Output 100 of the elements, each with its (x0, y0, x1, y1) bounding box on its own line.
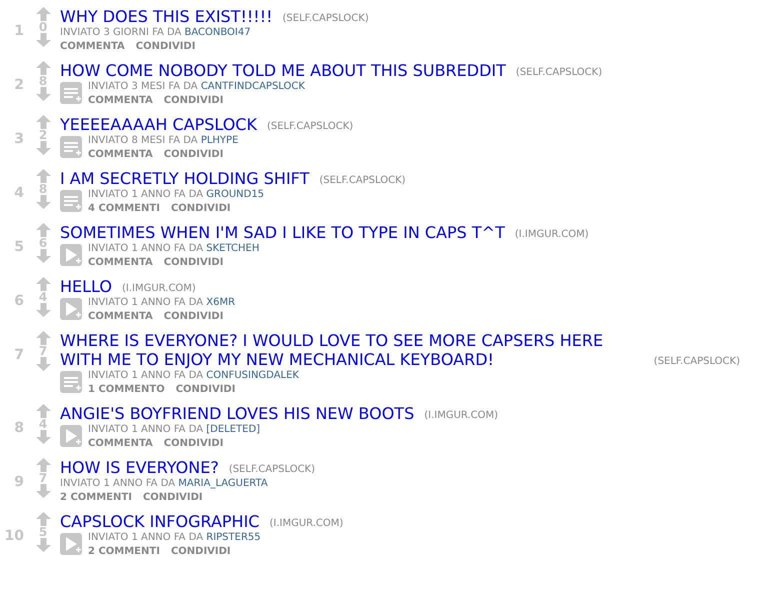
share-link[interactable]: CONDIVIDI (164, 93, 224, 109)
rank-number: 8 (13, 420, 24, 436)
post-tagline: INVIATO 1 ANNO FA DA GROUND15 (88, 188, 264, 201)
downvote-arrow-icon[interactable] (36, 141, 50, 155)
score: 4 (38, 291, 48, 303)
downvote-arrow-icon[interactable] (36, 430, 50, 444)
text-post-icon[interactable] (60, 190, 82, 212)
upvote-arrow-icon[interactable] (36, 7, 50, 21)
share-link[interactable]: CONDIVIDI (142, 490, 203, 506)
upvote-arrow-icon[interactable] (36, 61, 50, 75)
post-title-link[interactable]: HELLO (60, 277, 112, 296)
share-link[interactable]: CONDIVIDI (176, 382, 236, 398)
share-link[interactable]: CONDIVIDI (164, 436, 224, 452)
upvote-arrow-icon[interactable] (36, 404, 50, 418)
author-link[interactable]: X6MR (206, 297, 236, 308)
post-title-link[interactable]: WHY DOES THIS EXIST!!!!! (60, 7, 273, 26)
upvote-arrow-icon[interactable] (36, 277, 50, 291)
play-icon[interactable] (60, 533, 82, 555)
downvote-arrow-icon[interactable] (36, 195, 50, 209)
downvote-arrow-icon[interactable] (36, 357, 50, 371)
share-link[interactable]: CONDIVIDI (164, 147, 224, 163)
rank-number: 1 (13, 23, 24, 39)
domain-label: (I.IMGUR.COM) (269, 517, 344, 531)
author-link[interactable]: CONFUSINGDALEK (206, 370, 299, 381)
score: 2 (38, 129, 48, 141)
downvote-arrow-icon[interactable] (36, 249, 50, 263)
play-icon[interactable] (60, 298, 82, 320)
domain-label: (SELF.CAPSLOCK) (228, 463, 316, 477)
post-tagline: INVIATO 3 MESI FA DA CANTFINDCAPSLOCK (88, 80, 305, 93)
play-icon[interactable] (60, 244, 82, 266)
downvote-arrow-icon[interactable] (36, 33, 50, 47)
share-link[interactable]: CONDIVIDI (136, 39, 196, 55)
score: 0 (38, 21, 48, 33)
post-tagline: INVIATO 1 ANNO FA DA SKETCHEH (88, 242, 260, 255)
share-link[interactable]: CONDIVIDI (170, 544, 231, 560)
share-link[interactable]: CONDIVIDI (164, 255, 224, 271)
downvote-arrow-icon[interactable] (36, 87, 50, 101)
domain-label: (SELF.CAPSLOCK) (266, 120, 354, 134)
domain-label: (I.IMGUR.COM) (514, 228, 589, 242)
post-title-link[interactable]: I AM SECRETLY HOLDING SHIFT (60, 169, 310, 188)
post-tagline: INVIATO 3 GIORNI FA DA BACONBOI47 (60, 26, 251, 39)
comments-link[interactable]: COMMENTA (88, 147, 153, 163)
comments-link[interactable]: 2 COMMENTI (60, 490, 132, 506)
domain-label: (SELF.CAPSLOCK) (319, 174, 406, 188)
author-link[interactable]: SKETCHEH (206, 243, 260, 254)
rank-number: 3 (13, 131, 24, 147)
author-link[interactable]: CANTFINDCAPSLOCK (200, 81, 305, 92)
domain-label: (SELF.CAPSLOCK) (654, 355, 740, 369)
domain-label: (I.IMGUR.COM) (122, 282, 196, 296)
upvote-arrow-icon[interactable] (36, 223, 50, 237)
upvote-arrow-icon[interactable] (36, 169, 50, 183)
rank-number: 6 (13, 293, 24, 309)
post-title-link[interactable]: YEEEEAAAAH CAPSLOCK (60, 115, 257, 134)
text-post-icon[interactable] (60, 82, 82, 104)
comments-link[interactable]: COMMENTA (88, 93, 153, 109)
author-link[interactable]: GROUND15 (206, 189, 264, 200)
comments-link[interactable]: 4 COMMENTI (88, 201, 160, 217)
author-link[interactable]: [DELETED] (206, 424, 260, 435)
score: 7 (38, 472, 48, 484)
rank-number: 5 (13, 239, 24, 255)
post-tagline: INVIATO 1 ANNO FA DA RIPSTER55 (88, 531, 261, 544)
domain-label: (SELF.CAPSLOCK) (516, 66, 602, 80)
post-tagline: INVIATO 1 ANNO FA DA CONFUSINGDALEK (88, 369, 299, 382)
downvote-arrow-icon[interactable] (36, 538, 50, 552)
downvote-arrow-icon[interactable] (36, 303, 50, 317)
score: 4 (38, 418, 48, 430)
author-link[interactable]: MARIA_LAGUERTA (178, 478, 268, 489)
post-title-link[interactable]: CAPSLOCK INFOGRAPHIC (60, 512, 260, 531)
rank-number: 10 (4, 528, 24, 544)
score: 8 (38, 75, 48, 87)
comments-link[interactable]: 2 COMMENTI (88, 544, 160, 560)
comments-link[interactable]: 1 COMMENTO (88, 382, 165, 398)
play-icon[interactable] (60, 425, 82, 447)
rank-number: 4 (13, 185, 24, 201)
rank-number: 7 (13, 347, 24, 363)
comments-link[interactable]: COMMENTA (88, 436, 153, 452)
post-title-link[interactable]: ANGIE'S BOYFRIEND LOVES HIS NEW BOOTS (60, 404, 414, 423)
text-post-icon[interactable] (60, 136, 82, 158)
comments-link[interactable]: COMMENTA (88, 255, 153, 271)
author-link[interactable]: BACONBOI47 (184, 27, 251, 38)
upvote-arrow-icon[interactable] (36, 458, 50, 472)
text-post-icon[interactable] (60, 371, 82, 393)
post-title-link[interactable]: HOW IS EVERYONE? (60, 458, 219, 477)
domain-label: (I.IMGUR.COM) (424, 409, 498, 423)
rank-number: 9 (13, 474, 24, 490)
comments-link[interactable]: COMMENTA (88, 309, 153, 325)
upvote-arrow-icon[interactable] (36, 115, 50, 129)
comments-link[interactable]: COMMENTA (60, 39, 125, 55)
score: 5 (38, 526, 48, 538)
downvote-arrow-icon[interactable] (36, 484, 50, 498)
upvote-arrow-icon[interactable] (36, 331, 50, 345)
post-title-link[interactable]: HOW COME NOBODY TOLD ME ABOUT THIS SUBREDDIT (60, 61, 506, 80)
author-link[interactable]: RIPSTER55 (206, 532, 261, 543)
author-link[interactable]: PLHYPE (200, 135, 238, 146)
upvote-arrow-icon[interactable] (36, 512, 50, 526)
post-title-link[interactable]: WHERE IS EVERYONE? I WOULD LOVE TO SEE MORE CAPSERS HERE WITH ME TO ENJOY MY NEW MECHANICAL KEYBOARD! (60, 331, 644, 369)
share-link[interactable]: CONDIVIDI (164, 309, 224, 325)
share-link[interactable]: CONDIVIDI (170, 201, 231, 217)
post-title-link[interactable]: SOMETIMES WHEN I'M SAD I LIKE TO TYPE IN CAPS T^T (60, 223, 505, 242)
post-tagline: INVIATO 1 ANNO FA DA MARIA_LAGUERTA (60, 477, 268, 490)
